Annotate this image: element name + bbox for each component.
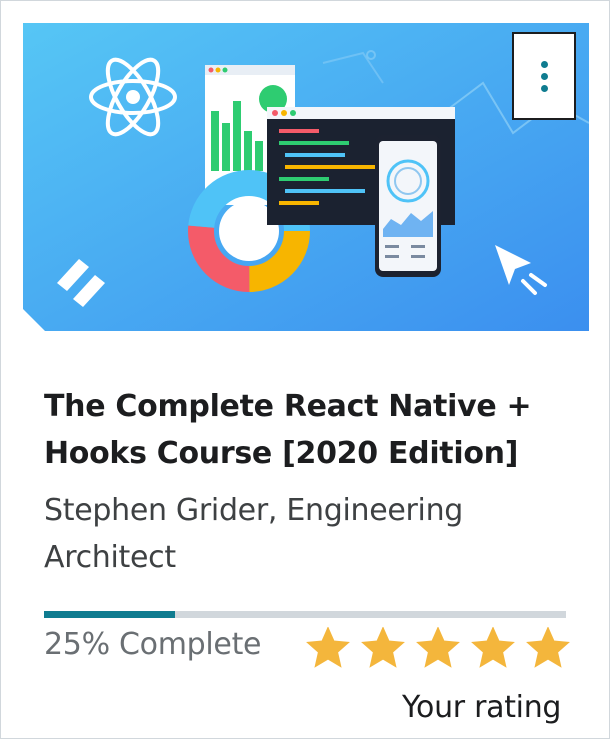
progress-text: 25% Complete: [44, 627, 262, 662]
star-icon[interactable]: [526, 627, 570, 669]
instructor-name: Stephen Grider, Engineering Architect: [44, 493, 464, 575]
course-options-button[interactable]: [512, 32, 576, 120]
course-card[interactable]: The Complete React Native + Hooks Course…: [0, 0, 610, 739]
star-icon[interactable]: [416, 627, 460, 669]
progress-bar: [44, 611, 566, 618]
course-thumbnail[interactable]: [23, 23, 589, 331]
star-rating[interactable]: [306, 627, 570, 669]
progress-bar-fill: [44, 611, 175, 618]
phone-graphic: [375, 135, 441, 277]
star-icon[interactable]: [306, 627, 350, 669]
star-icon[interactable]: [361, 627, 405, 669]
rating-label[interactable]: Your rating: [402, 686, 561, 730]
vertical-ellipsis-icon: [540, 60, 548, 92]
course-thumbnail-art: [23, 23, 589, 331]
course-title[interactable]: The Complete React Native + Hooks Course…: [44, 383, 574, 477]
star-icon[interactable]: [471, 627, 515, 669]
